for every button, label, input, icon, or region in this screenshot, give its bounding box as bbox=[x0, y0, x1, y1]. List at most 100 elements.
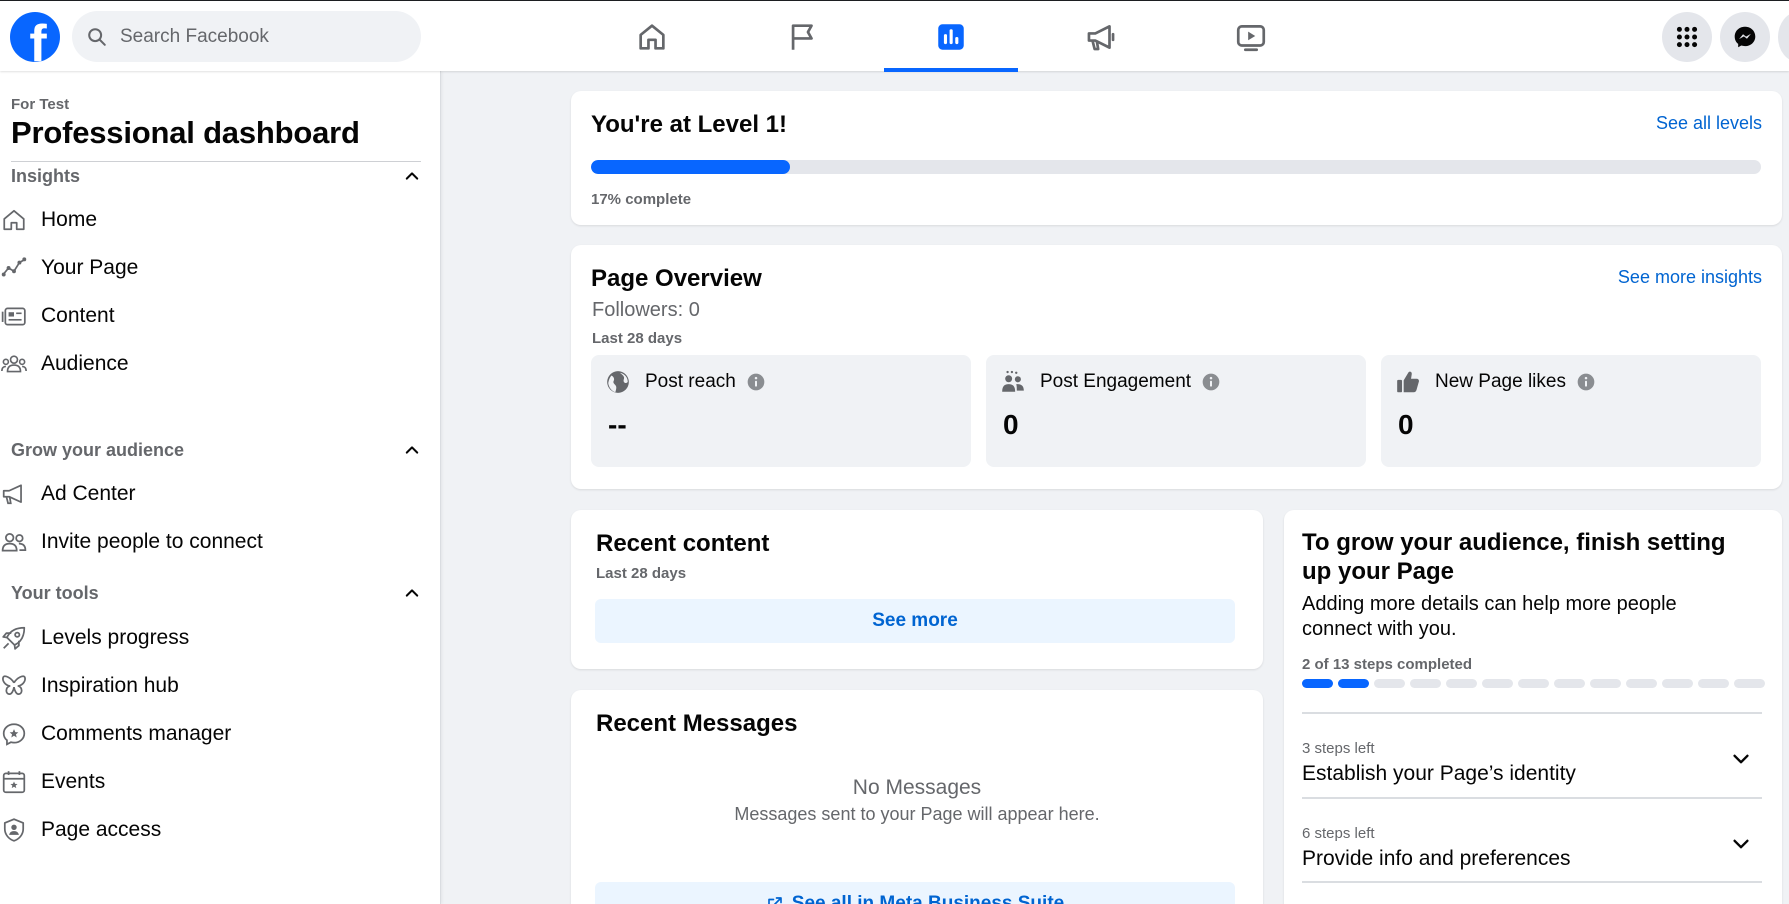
sidebar-item-label: Comments manager bbox=[41, 722, 232, 745]
nav-tab-video[interactable] bbox=[1184, 1, 1318, 72]
facebook-logo[interactable]: f bbox=[10, 12, 60, 62]
no-messages-text: Messages sent to your Page will appear h… bbox=[734, 804, 1100, 824]
meta-business-suite-button[interactable]: See all in Meta Business Suite bbox=[595, 882, 1235, 904]
messenger-button[interactable] bbox=[1720, 12, 1770, 62]
butterfly-icon bbox=[2, 675, 26, 695]
metric-new-page-likes[interactable]: New Page likes 0 bbox=[1381, 355, 1761, 467]
sidebar-item-events[interactable]: Events bbox=[0, 758, 430, 806]
metric-post-engagement[interactable]: Post Engagement 0 bbox=[986, 355, 1366, 467]
sidebar-item-label: Ad Center bbox=[41, 482, 136, 505]
grow-description: Adding more details can help more people… bbox=[1302, 593, 1677, 640]
step-segment bbox=[1446, 679, 1477, 688]
metric-value: 0 bbox=[1398, 409, 1414, 440]
section-label: Grow your audience bbox=[11, 439, 185, 460]
menu-grid-icon bbox=[1676, 26, 1698, 48]
step-segment bbox=[1518, 679, 1549, 688]
home-outline-icon bbox=[3, 209, 25, 231]
comment-star-icon bbox=[2, 723, 26, 746]
grow-title: To grow your audience, finish setting up… bbox=[1302, 529, 1726, 585]
megaphone-icon bbox=[1087, 24, 1115, 50]
page-overview-card: Page Overview See more insights Follower… bbox=[571, 245, 1782, 489]
step-segment bbox=[1734, 679, 1765, 688]
megaphone-outline-icon bbox=[2, 484, 22, 505]
step-segment bbox=[1374, 679, 1405, 688]
sidebar-item-label: Home bbox=[41, 208, 98, 231]
nav-tab-dashboard[interactable] bbox=[884, 1, 1018, 72]
page-title: Professional dashboard bbox=[11, 115, 360, 150]
nav-tab-pages[interactable] bbox=[736, 1, 870, 72]
sidebar-item-content[interactable]: Content bbox=[0, 292, 430, 340]
flag-icon bbox=[791, 23, 813, 50]
thumbs-up-icon bbox=[1397, 371, 1419, 393]
sidebar-item-ad-center[interactable]: Ad Center bbox=[0, 470, 430, 518]
step-segment bbox=[1590, 679, 1621, 688]
step-segment bbox=[1554, 679, 1585, 688]
section-your-tools[interactable]: Your tools bbox=[11, 580, 421, 606]
see-more-button[interactable]: See more bbox=[595, 599, 1235, 643]
section-insights[interactable]: Insights bbox=[11, 163, 421, 189]
followers-count: Followers: 0 bbox=[592, 299, 700, 321]
chevron-down-icon bbox=[1733, 754, 1749, 764]
recent-messages-title: Recent Messages bbox=[596, 710, 798, 737]
metric-label: Post reach bbox=[645, 371, 736, 392]
calendar-star-icon bbox=[2, 771, 26, 794]
chevron-down-icon bbox=[1733, 839, 1749, 849]
recent-content-period: Last 28 days bbox=[596, 565, 687, 582]
metric-post-reach[interactable]: Post reach -- bbox=[591, 355, 971, 467]
metric-value: -- bbox=[608, 409, 627, 440]
metric-value: 0 bbox=[1003, 409, 1019, 440]
sidebar-item-label: Audience bbox=[41, 352, 129, 375]
no-messages-title: No Messages bbox=[852, 776, 982, 799]
metric-label: New Page likes bbox=[1435, 371, 1566, 392]
accordion-label: Provide info and preferences bbox=[1302, 847, 1571, 870]
overview-title: Page Overview bbox=[591, 265, 762, 292]
menu-button[interactable] bbox=[1662, 12, 1712, 62]
level-progress-text: 17% complete bbox=[591, 191, 692, 208]
search-input[interactable] bbox=[120, 25, 400, 48]
audience-icon bbox=[1, 355, 27, 373]
grow-audience-card: To grow your audience, finish setting up… bbox=[1284, 510, 1782, 904]
search-icon bbox=[88, 27, 106, 46]
recent-messages-card: Recent Messages No Messages Messages sen… bbox=[571, 690, 1263, 904]
accordion-label: Establish your Page’s identity bbox=[1302, 762, 1576, 785]
external-link-icon bbox=[767, 897, 782, 904]
sidebar-item-page-access[interactable]: Page access bbox=[0, 806, 430, 854]
step-segment bbox=[1662, 679, 1693, 688]
sidebar-item-label: Levels progress bbox=[41, 626, 190, 649]
search-box[interactable] bbox=[72, 11, 421, 62]
step-segment bbox=[1338, 679, 1369, 688]
info-icon[interactable] bbox=[746, 372, 766, 392]
sidebar-item-comments-manager[interactable]: Comments manager bbox=[0, 710, 430, 758]
chevron-up-icon bbox=[405, 589, 419, 597]
overview-period: Last 28 days bbox=[592, 330, 683, 347]
metric-label: Post Engagement bbox=[1040, 371, 1192, 392]
steps-left-text: 3 steps left bbox=[1302, 740, 1375, 757]
sidebar-item-home[interactable]: Home bbox=[0, 196, 430, 244]
nav-tab-home[interactable] bbox=[585, 1, 719, 72]
globe-icon bbox=[607, 371, 629, 393]
section-grow-audience[interactable]: Grow your audience bbox=[11, 437, 421, 463]
info-icon[interactable] bbox=[1576, 372, 1596, 392]
accordion-info-preferences[interactable]: 6 steps left Provide info and preference… bbox=[1302, 797, 1762, 883]
step-segment bbox=[1410, 679, 1441, 688]
info-icon[interactable] bbox=[1201, 372, 1221, 392]
sidebar-item-audience[interactable]: Audience bbox=[0, 340, 430, 388]
shield-person-icon bbox=[3, 818, 25, 842]
see-more-insights-link[interactable]: See more insights bbox=[1618, 267, 1762, 288]
insights-bar-icon bbox=[938, 23, 964, 50]
sidebar-item-your-page[interactable]: Your Page bbox=[0, 244, 430, 292]
see-all-levels-link[interactable]: See all levels bbox=[1656, 113, 1762, 134]
accordion-identity[interactable]: 3 steps left Establish your Page’s ident… bbox=[1302, 712, 1762, 798]
level-progress-bar bbox=[591, 160, 1761, 174]
sidebar-item-invite[interactable]: Invite people to connect bbox=[0, 518, 430, 566]
chevron-up-icon bbox=[405, 172, 419, 180]
rocket-icon bbox=[2, 626, 26, 650]
sidebar-item-inspiration-hub[interactable]: Inspiration hub bbox=[0, 662, 430, 710]
account-button[interactable] bbox=[1778, 12, 1789, 62]
nav-tab-ads[interactable] bbox=[1034, 1, 1168, 72]
people-icon bbox=[1002, 370, 1024, 392]
section-label: Insights bbox=[11, 165, 81, 186]
people-outline-icon bbox=[1, 533, 27, 552]
step-segment bbox=[1698, 679, 1729, 688]
sidebar-item-levels-progress[interactable]: Levels progress bbox=[0, 614, 430, 662]
